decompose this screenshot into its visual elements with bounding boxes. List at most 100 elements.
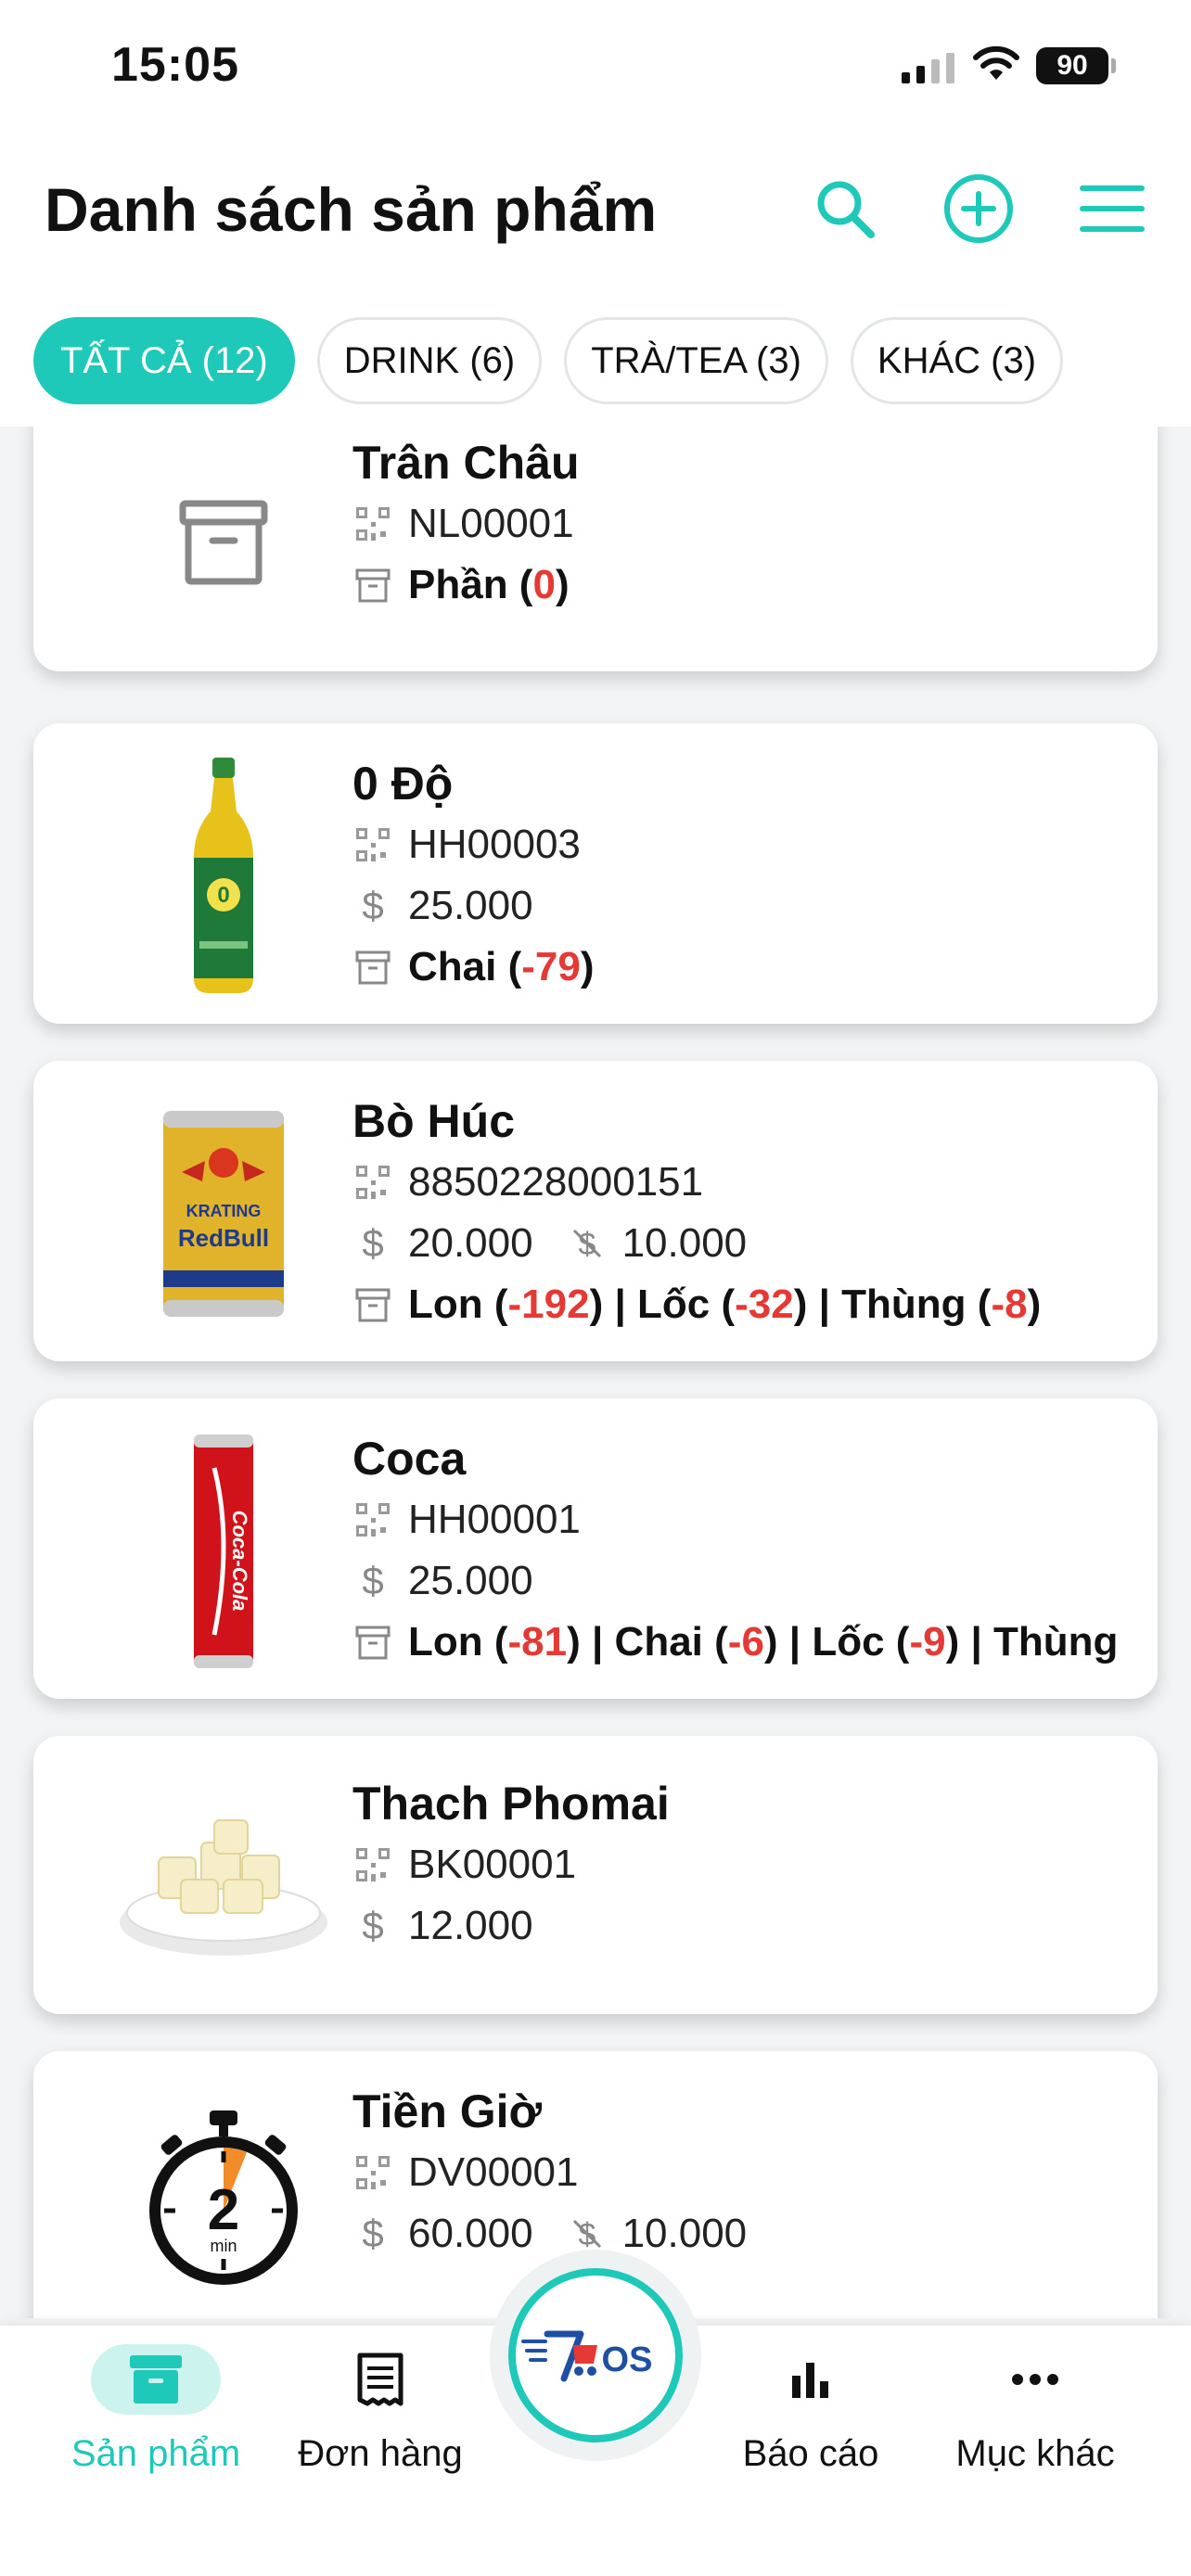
product-discount: 10.000 [621,1220,748,1266]
price-dollar-icon: $ [362,1221,384,1265]
nav-reports-label: Báo cáo [742,2433,879,2474]
product-units: Lon (-81) | Chai (-6) | Lốc (-9) | Thùng [408,1619,1119,1664]
product-thumbnail: 0 [89,751,358,1001]
more-dots-icon [970,2344,1100,2415]
discount-icon: $ [567,2213,608,2254]
price-dollar-icon: $ [362,1559,384,1602]
battery-tip [1111,58,1116,73]
products-archive-icon [91,2344,221,2415]
barcode-icon [352,504,393,544]
svg-text:min: min [210,2237,237,2255]
price-dollar-icon: $ [362,2212,384,2255]
product-code-row: NL00001 [352,493,1121,555]
product-price-row: $ 60.000 $ 10.000 [352,2203,1121,2264]
product-thumbnail [89,1760,358,1992]
plus-circle-icon [944,174,1013,243]
nav-more[interactable]: Mục khác [924,2344,1146,2475]
svg-text:OS: OS [602,2340,653,2379]
product-code-row: HH00003 [352,814,1121,875]
product-card[interactable]: Trân Châu NL00001 Phần (0) [33,408,1158,671]
product-code-row: DV00001 [352,2142,1121,2203]
product-price-row: $ 25.000 [352,875,1121,937]
battery-indicator: 90 [1036,47,1108,84]
unit-box-icon [352,1622,393,1663]
pos-logo-icon: OS [521,2330,653,2382]
svg-text:Coca-Cola: Coca-Cola [228,1511,251,1612]
category-tabs: TẤT CẢ (12) DRINK (6) TRÀ/TEA (3) KHÁC (… [33,317,1064,404]
product-code: DV00001 [408,2149,579,2195]
page-title: Danh sách sản phẩm [45,175,658,244]
barcode-icon [352,1162,393,1203]
product-units: Phần (0) [408,562,570,607]
product-name: Thach Phomai [352,1778,670,1830]
search-button[interactable] [803,167,887,250]
top-bar: 15:05 90 Danh sách sản phẩm TẤT CẢ (12) … [0,0,1191,427]
tea-bottle-image: 0 [194,758,253,993]
barcode-icon [352,2152,393,2193]
product-discount: 10.000 [621,2211,748,2256]
svg-text:2: 2 [208,2178,239,2242]
product-code: HH00001 [408,1497,581,1542]
tab-all[interactable]: TẤT CẢ (12) [33,317,295,404]
product-card[interactable]: 0 0 Độ HH00003 $ 25.000 Chai (-79) [33,723,1158,1024]
nav-products[interactable]: Sản phẩm [45,2344,267,2475]
nav-reports[interactable]: Báo cáo [699,2344,922,2475]
product-price: 25.000 [408,883,533,928]
cheese-jelly-image [120,1819,327,1956]
product-name: Bò Húc [352,1095,515,1147]
product-price-row: $ 20.000 $ 10.000 [352,1213,1121,1274]
product-stock-row: Lon (-81) | Chai (-6) | Lốc (-9) | Thùng [352,1612,1121,1673]
product-price: 60.000 [408,2211,533,2256]
product-card[interactable]: KRATING RedBull Bò Húc 8850228000151 $ 2… [33,1061,1158,1361]
menu-button[interactable] [1070,167,1154,250]
cola-can-image: Coca-Cola [194,1435,253,1668]
product-price: 12.000 [408,1903,533,1948]
tab-other[interactable]: KHÁC (3) [850,317,1064,404]
product-name: Trân Châu [352,437,580,489]
nav-orders[interactable]: Đơn hàng [269,2344,492,2475]
barcode-icon [352,1499,393,1540]
price-dollar-icon: $ [362,884,384,927]
barcode-icon [352,1844,393,1885]
product-price: 25.000 [408,1558,533,1603]
tab-drink[interactable]: DRINK (6) [316,317,543,404]
product-list[interactable]: Trân Châu NL00001 Phần (0) 0 0 Độ HH0000… [0,408,1191,2318]
pos-center-button[interactable]: OS [508,2268,683,2442]
product-name: Tiền Giờ [352,2085,543,2137]
product-card[interactable]: Thach Phomai BK00001 $ 12.000 [33,1736,1158,2014]
wifi-icon [973,45,1019,80]
product-stock-row: Chai (-79) [352,937,1121,998]
product-name: 0 Độ [352,758,454,810]
barcode-icon [352,824,393,865]
cellular-signal-icon [902,52,954,83]
product-card[interactable]: Coca-Cola Coca HH00001 $ 25.000 Lon (-81… [33,1398,1158,1699]
price-dollar-icon: $ [362,1904,384,1947]
nav-more-label: Mục khác [955,2433,1115,2474]
search-icon [817,181,875,238]
svg-text:KRATING: KRATING [186,1202,262,1220]
discount-icon: $ [567,1223,608,1264]
svg-text:0: 0 [217,883,229,908]
product-code: HH00003 [408,822,581,867]
product-code: 8850228000151 [408,1159,704,1205]
receipt-icon [315,2344,445,2415]
unit-box-icon [352,565,393,606]
tab-tea[interactable]: TRÀ/TEA (3) [564,317,828,404]
add-product-button[interactable] [937,167,1020,250]
product-stock-row: Lon (-192) | Lốc (-32) | Thùng (-8) [352,1274,1121,1335]
product-code: NL00001 [408,501,574,546]
product-code-row: HH00001 [352,1489,1121,1550]
nav-orders-label: Đơn hàng [298,2433,463,2474]
product-code: BK00001 [408,1842,577,1887]
bar-chart-icon [746,2344,876,2415]
svg-text:RedBull: RedBull [178,1224,269,1252]
product-thumbnail: Coca-Cola [89,1426,358,1677]
product-name: Coca [352,1433,467,1485]
stopwatch-icon: 2 min [149,2111,298,2285]
product-price-row: $ 25.000 [352,1550,1121,1612]
hamburger-menu-icon [1080,185,1145,232]
unit-box-icon [352,947,393,988]
product-stock-row: Phần (0) [352,555,1121,616]
product-thumbnail: KRATING RedBull [89,1098,358,1330]
nav-products-label: Sản phẩm [70,2433,241,2474]
